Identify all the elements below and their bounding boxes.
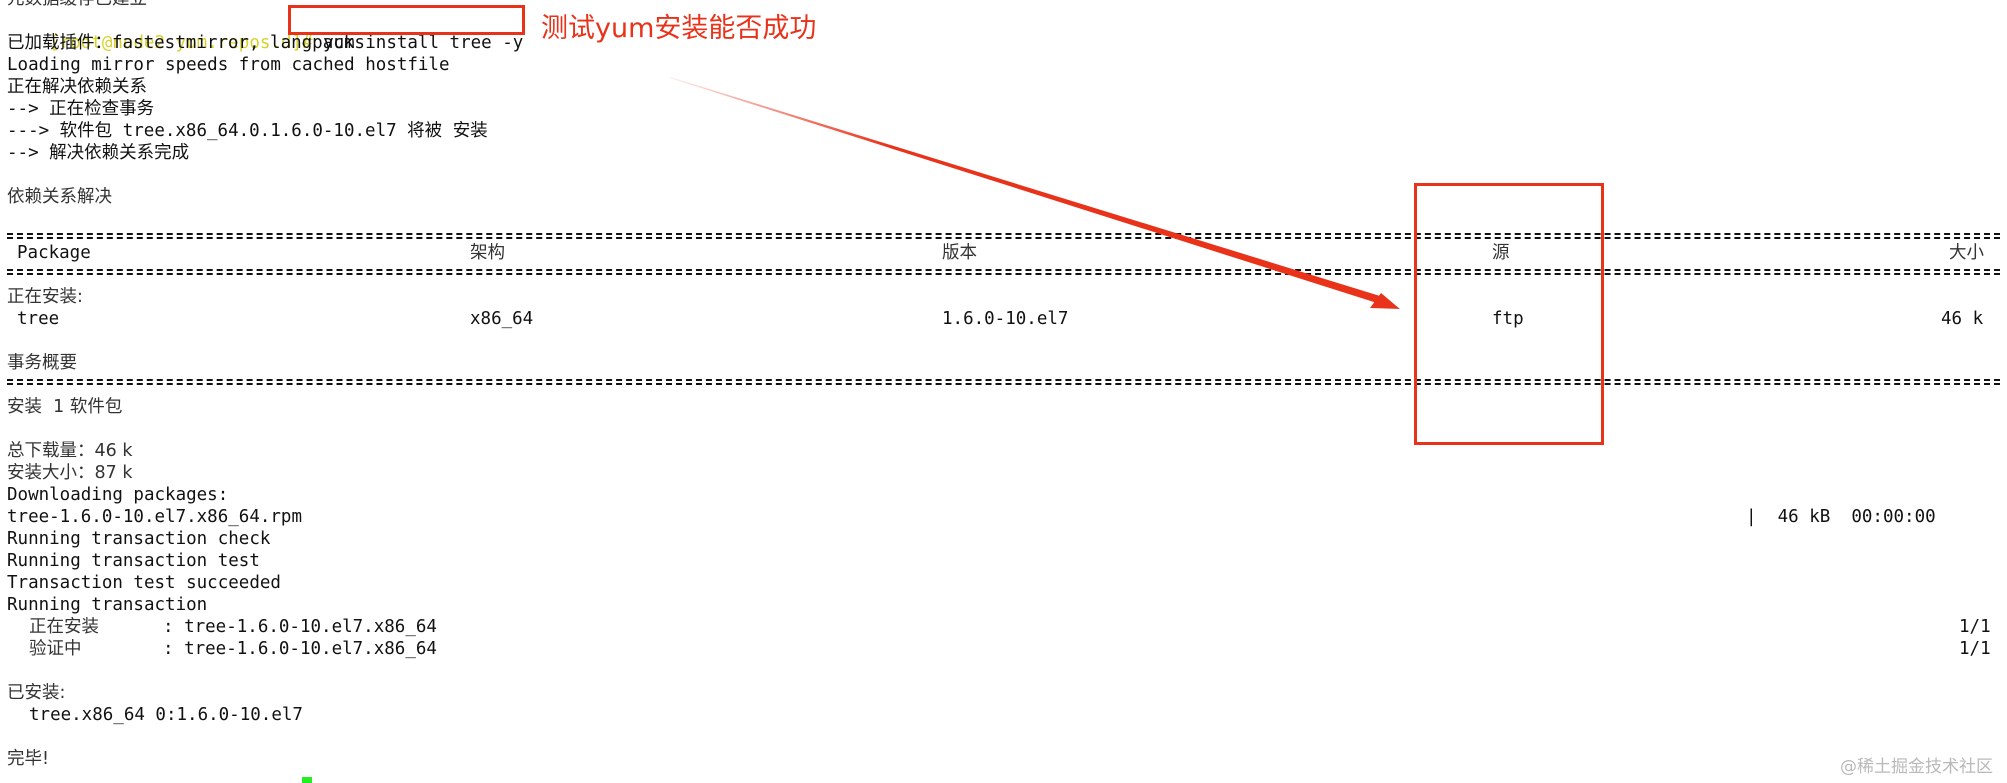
cell-arch: x86_64 [470, 309, 534, 329]
repo-highlight-box [1414, 183, 1604, 445]
log-line: ---> 软件包 tree.x86_64.0.1.6.0-10.el7 将被 安… [7, 121, 488, 141]
log-line: --> 解决依赖关系完成 [7, 143, 190, 163]
cut-top-line: 元数据缓存已建立 [7, 0, 147, 10]
arrow-head [1370, 293, 1400, 309]
transaction-line: Running transaction [7, 595, 208, 615]
step-pkg: : tree-1.6.0-10.el7.x86_64 [163, 639, 437, 659]
installed-label: 已安装: [7, 683, 66, 703]
separator [7, 379, 2000, 385]
install-size: 安装大小：87 k [7, 463, 133, 483]
separator [7, 269, 2000, 275]
total-download: 总下载量：46 k [7, 441, 133, 461]
annotation-arrow [670, 77, 1400, 309]
annotation-label: 测试yum安装能否成功 [541, 13, 817, 44]
log-line: 依赖关系解决 [7, 187, 112, 207]
download-progress: | 46 kB 00:00:00 [1746, 507, 1936, 527]
log-line: 已加载插件：fastestmirror, langpacks [7, 33, 365, 53]
command-highlight-box [288, 5, 525, 35]
watermark: @稀土掘金技术社区 [1840, 757, 1993, 777]
log-line: Loading mirror speeds from cached hostfi… [7, 55, 450, 75]
installed-pkg: tree.x86_64 0:1.6.0-10.el7 [29, 705, 303, 725]
step-count: 1/1 [1959, 617, 1991, 637]
transaction-line: Running transaction check [7, 529, 271, 549]
download-file: tree-1.6.0-10.el7.x86_64.rpm [7, 507, 303, 527]
terminal-cursor [302, 777, 312, 783]
log-line: 正在解决依赖关系 [7, 77, 147, 97]
section-installing: 正在安装: [7, 287, 83, 307]
done-text: 完毕! [7, 749, 50, 769]
cell-version: 1.6.0-10.el7 [942, 309, 1069, 329]
header-version: 版本 [942, 243, 977, 263]
cell-package: tree [17, 309, 60, 329]
cell-size: 46 k [1941, 309, 1984, 329]
download-header: Downloading packages: [7, 485, 229, 505]
header-arch: 架构 [470, 243, 505, 263]
step-pkg: : tree-1.6.0-10.el7.x86_64 [163, 617, 437, 637]
summary-title: 事务概要 [7, 353, 77, 373]
step-label: 正在安装 [29, 617, 99, 637]
transaction-line: Transaction test succeeded [7, 573, 281, 593]
step-label: 验证中 [29, 639, 82, 659]
step-count: 1/1 [1959, 639, 1991, 659]
transaction-line: Running transaction test [7, 551, 260, 571]
header-package: Package [17, 243, 91, 263]
log-line: --> 正在检查事务 [7, 99, 155, 119]
header-size: 大小 [1949, 243, 1984, 263]
install-count: 安装 1 软件包 [7, 397, 123, 417]
separator [7, 233, 2000, 239]
